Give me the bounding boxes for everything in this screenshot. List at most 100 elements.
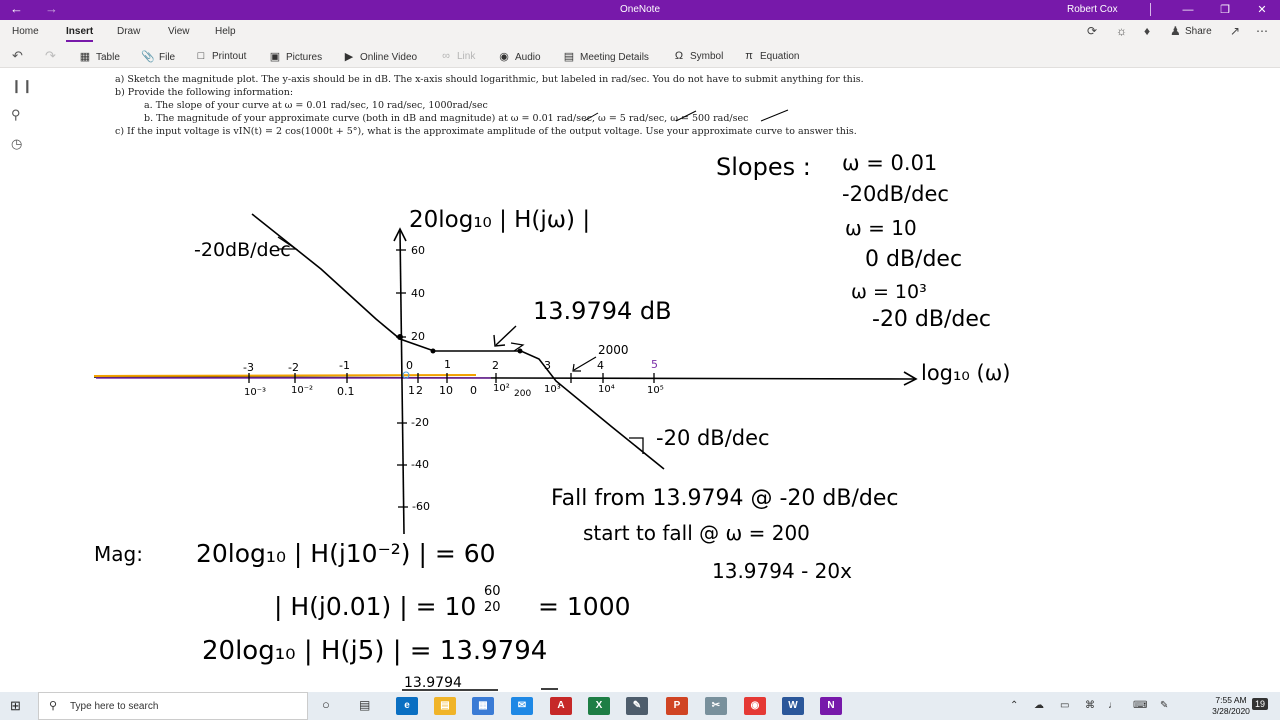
x-tick-rad-1e-3: 10⁻³ (244, 387, 267, 398)
edge-icon[interactable]: e (396, 697, 418, 715)
equation-button[interactable]: π Equation (742, 50, 799, 62)
file-explorer-icon[interactable]: ▤ (434, 697, 456, 715)
x-tick-rad-1e4: 10⁴ (598, 384, 615, 395)
table-button[interactable]: ▦ Table (78, 50, 120, 63)
taskbar-search-box[interactable]: ⚲ Type here to search (38, 692, 308, 720)
search-placeholder: Type here to search (70, 701, 159, 712)
printout-button[interactable]: □ Printout (194, 50, 247, 62)
audio-button[interactable]: ◉ Audio (497, 50, 540, 63)
x-tick-rad-10: 10 (439, 384, 453, 397)
notification-center-icon[interactable]: 19 (1252, 698, 1269, 710)
close-icon[interactable]: ✕ (1247, 1, 1277, 19)
mag-line-2: | H(j0.01) | = 10 (274, 592, 477, 621)
user-name[interactable]: Robert Cox (1067, 4, 1118, 15)
acrobat-icon[interactable]: A (550, 697, 572, 715)
x-tick-log-minus1: -1 (339, 359, 350, 372)
task-view-icon[interactable]: ▤ (359, 698, 370, 712)
y-tick-minus-40: -40 (411, 458, 429, 471)
pictures-button[interactable]: ▣ Pictures (268, 50, 322, 63)
mark-2000: 2000 (598, 343, 629, 357)
title-bar: ← → OneNote Robert Cox — ❐ ✕ (0, 0, 1280, 20)
menu-bar: Home Insert Draw View Help ⟳ ☼ ♦ ♟ Share… (0, 20, 1280, 43)
x-axis-title: log₁₀ (ω) (921, 361, 1011, 385)
search-icon[interactable]: ⚲ (11, 107, 21, 123)
mag-label: Mag: (94, 542, 143, 566)
cloud-icon[interactable]: ☁ (1034, 700, 1044, 711)
online-video-button[interactable]: ▶ Online Video (342, 50, 417, 63)
minimize-icon[interactable]: — (1173, 1, 1203, 19)
pen-app-icon[interactable]: ✎ (626, 697, 648, 715)
sync-icon[interactable]: ⟳ (1087, 24, 1097, 38)
wifi-icon[interactable]: ⌘ (1085, 700, 1095, 711)
word-icon[interactable]: W (782, 697, 804, 715)
document-icon: □ (197, 50, 205, 62)
file-button[interactable]: 📎 File (141, 50, 175, 63)
notebooks-icon[interactable]: ❙❙ (11, 78, 33, 94)
redo-icon[interactable]: ↷ (45, 48, 56, 64)
show-hidden-icons-icon[interactable]: ⌃ (1010, 700, 1018, 711)
slopes-title: Slopes : (716, 153, 811, 181)
undo-icon[interactable]: ↶ (12, 48, 23, 64)
video-icon: ▶ (344, 51, 354, 63)
left-slope-label: -20dB/dec (194, 239, 291, 261)
x-tick-rad-0: 0 (470, 384, 477, 397)
mag-line-4: 13.9794 (404, 675, 462, 691)
expand-icon[interactable]: ↗ (1230, 24, 1240, 38)
link-button[interactable]: ∞ Link (439, 50, 475, 62)
slope-value-1: -20dB/dec (842, 182, 949, 206)
powerpoint-icon[interactable]: P (666, 697, 688, 715)
x-tick-rad-1e3: 10³ (544, 384, 561, 395)
microphone-icon: ◉ (499, 51, 509, 63)
right-slope-label: -20 dB/dec (656, 426, 770, 450)
windows-taskbar: ⊞ ⚲ Type here to search ○ ▤ e ▤ ▦ ✉ A X … (0, 692, 1280, 720)
share-person-icon[interactable]: ♟ (1170, 24, 1181, 38)
battery-icon[interactable]: ▭ (1060, 700, 1069, 711)
recent-clock-icon[interactable]: ◷ (11, 136, 22, 152)
x-tick-log-1: 1 (444, 358, 451, 371)
snip-tool-icon[interactable]: ✂ (705, 697, 727, 715)
fall-note-1: Fall from 13.9794 @ -20 dB/dec (551, 486, 899, 511)
bell-icon[interactable]: ♦ (1144, 24, 1150, 38)
windows-start-icon[interactable]: ⊞ (10, 698, 21, 714)
x-tick-rad-1e2: 10² (493, 383, 510, 394)
cortana-icon[interactable]: ○ (322, 697, 330, 712)
pen-workspace-icon[interactable]: ✎ (1160, 700, 1168, 711)
store-icon[interactable]: ▦ (472, 697, 494, 715)
more-options-icon[interactable]: ⋯ (1256, 24, 1268, 38)
mag-frac-num: 60 (484, 584, 501, 599)
note-page-canvas[interactable]: a) Sketch the magnitude plot. The y-axis… (36, 69, 1280, 692)
excel-icon[interactable]: X (588, 697, 610, 715)
y-axis-title: 20log₁₀ | H(jω) | (409, 207, 591, 233)
x-tick-rad-1e-2: 10⁻² (291, 385, 314, 396)
tab-insert[interactable]: Insert (66, 26, 94, 42)
tab-view[interactable]: View (168, 26, 190, 37)
keyboard-icon[interactable]: ⌨ (1133, 700, 1147, 711)
restore-icon[interactable]: ❐ (1210, 1, 1240, 19)
tab-home[interactable]: Home (12, 26, 39, 37)
mag-frac-den: 20 (484, 600, 501, 615)
pi-icon: π (745, 50, 753, 62)
lightbulb-icon[interactable]: ☼ (1116, 24, 1127, 38)
ink-sketch (93, 109, 918, 691)
mag-line-3: 20log₁₀ | H(j5) | = 13.9794 (202, 636, 548, 666)
share-button[interactable]: Share (1185, 26, 1212, 37)
slope-omega-1000: ω = 10³ (851, 281, 927, 303)
title-separator (1150, 3, 1151, 16)
tab-draw[interactable]: Draw (117, 26, 140, 37)
x-tick-log-3: 3 (544, 359, 551, 372)
volume-icon[interactable]: ♩ (1108, 700, 1118, 711)
chrome-icon[interactable]: ◉ (744, 697, 766, 715)
slope-value-3: -20 dB/dec (872, 307, 991, 332)
tab-help[interactable]: Help (215, 26, 236, 37)
symbol-button[interactable]: Ω Symbol (672, 50, 723, 62)
table-icon: ▦ (79, 51, 91, 63)
fall-note-2: start to fall @ ω = 200 (583, 521, 810, 545)
left-navigation-rail: ❙❙ ⚲ ◷ (0, 69, 36, 692)
x-tick-log-2: 2 (492, 359, 499, 372)
x-tick-log-minus3: -3 (243, 361, 254, 374)
meeting-details-button[interactable]: ▤ Meeting Details (562, 50, 649, 63)
calendar-icon: ▤ (563, 51, 575, 63)
mail-icon[interactable]: ✉ (511, 697, 533, 715)
onenote-icon[interactable]: N (820, 697, 842, 715)
slope-omega-001: ω = 0.01 (842, 151, 938, 175)
